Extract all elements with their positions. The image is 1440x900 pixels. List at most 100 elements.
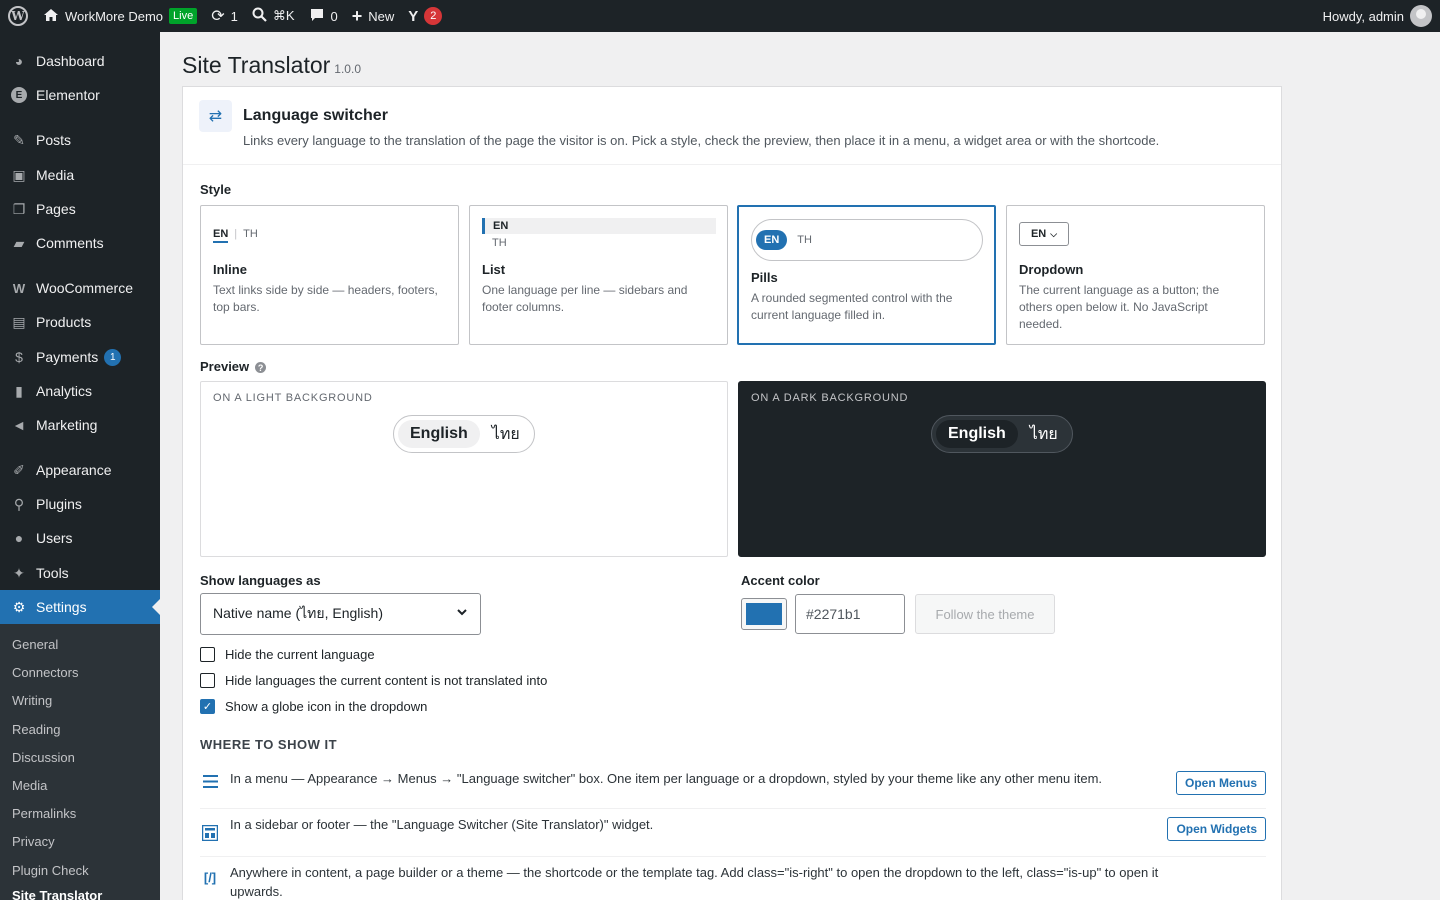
- dashboard-icon: ◕: [14, 53, 24, 69]
- sidebar-item-analytics[interactable]: ▮ Analytics: [0, 374, 160, 408]
- submenu-general[interactable]: General: [12, 637, 58, 652]
- follow-theme-button[interactable]: Follow the theme: [915, 594, 1055, 634]
- updates-count: 1: [230, 8, 238, 24]
- sidebar-item-elementor[interactable]: E Elementor: [0, 78, 160, 112]
- dropdown-sample: EN ⌵: [1019, 222, 1069, 246]
- submenu-connectors[interactable]: Connectors: [12, 665, 78, 680]
- pin-icon: ✎: [13, 131, 25, 148]
- submenu-permalinks[interactable]: Permalinks: [12, 806, 76, 821]
- payments-icon: $: [15, 349, 23, 365]
- checkbox-checked[interactable]: ✓: [200, 699, 215, 714]
- preview-dark: ON A DARK BACKGROUND English ไทย: [738, 381, 1266, 557]
- submenu-reading[interactable]: Reading: [12, 722, 60, 737]
- search-shortcut: ⌘K: [272, 8, 295, 23]
- menu-icon: [200, 771, 220, 791]
- elementor-icon: E: [9, 85, 29, 105]
- command-search[interactable]: ⌘K: [245, 0, 302, 32]
- submenu-site-translator[interactable]: Site Translator: [12, 888, 102, 900]
- sidebar-item-media[interactable]: ▣ Media: [0, 158, 160, 192]
- shortcode-icon: [/]: [203, 869, 217, 885]
- submenu-discussion[interactable]: Discussion: [12, 750, 75, 765]
- accent-hex-input[interactable]: #2271b1: [795, 594, 905, 634]
- style-description: A rounded segmented control with the cur…: [751, 291, 953, 322]
- sidebar-item-appearance[interactable]: ✐ Appearance: [0, 453, 160, 487]
- preview-caption: ON A DARK BACKGROUND: [751, 392, 909, 404]
- live-badge: Live: [169, 8, 198, 24]
- lang-current[interactable]: English: [936, 420, 1018, 448]
- open-menus-button[interactable]: Open Menus: [1175, 771, 1266, 795]
- language-switcher-preview[interactable]: English ไทย: [931, 415, 1073, 453]
- new-content-menu[interactable]: + New: [345, 0, 402, 32]
- show-as-select[interactable]: Native name (ไทย, English): [200, 593, 481, 635]
- lang-current[interactable]: English: [398, 420, 480, 448]
- style-option-list[interactable]: EN TH List One language per line — sideb…: [469, 205, 728, 345]
- submenu-plugin-check[interactable]: Plugin Check: [12, 863, 89, 878]
- admin-sidebar: ◕ Dashboard E Elementor ✎ Posts ▣ Media …: [0, 32, 160, 900]
- updates-menu[interactable]: ⟳ 1: [204, 0, 245, 32]
- option-hide-untranslated[interactable]: Hide languages the current content is no…: [200, 673, 547, 688]
- plus-icon: +: [351, 5, 363, 26]
- style-description: One language per line — sidebars and foo…: [482, 283, 688, 314]
- plugin-icon: ⚲: [13, 495, 25, 512]
- style-name: List: [482, 262, 506, 277]
- card-header: ⇄ Language switcher Links every language…: [183, 87, 1281, 165]
- plugin-version: 1.0.0: [334, 62, 361, 76]
- style-option-inline[interactable]: EN | TH Inline Text links side by side —…: [200, 205, 459, 345]
- wordpress-logo-menu[interactable]: W: [0, 0, 36, 32]
- pills-sample: EN TH: [751, 219, 983, 261]
- sidebar-item-dashboard[interactable]: ◕ Dashboard: [0, 44, 160, 78]
- sidebar-item-comments[interactable]: ▰ Comments: [0, 226, 160, 260]
- style-label: Style: [200, 182, 232, 197]
- lang-other[interactable]: ไทย: [1026, 417, 1062, 452]
- checkbox[interactable]: [200, 647, 215, 662]
- yoast-menu[interactable]: Y 2: [401, 0, 449, 32]
- style-name: Dropdown: [1019, 262, 1084, 277]
- lang-other[interactable]: ไทย: [488, 417, 524, 452]
- list-sample: EN TH: [482, 218, 716, 252]
- open-widgets-button[interactable]: Open Widgets: [1167, 817, 1266, 841]
- where-text: Anywhere in content, a page builder or a…: [230, 865, 1159, 899]
- submenu-writing[interactable]: Writing: [12, 693, 52, 708]
- comment-bubble-icon: [309, 7, 325, 26]
- style-description: The current language as a button; the ot…: [1019, 283, 1220, 331]
- pages-icon: ❐: [12, 200, 26, 217]
- bar-chart-icon: ▮: [15, 382, 23, 399]
- preview-light: ON A LIGHT BACKGROUND English ไทย: [200, 381, 728, 557]
- style-name: Pills: [751, 270, 778, 285]
- accent-color-swatch[interactable]: [741, 598, 787, 630]
- sidebar-item-tools[interactable]: ✦ Tools: [0, 556, 160, 590]
- option-hide-current[interactable]: Hide the current language: [200, 647, 375, 662]
- option-globe-icon[interactable]: ✓ Show a globe icon in the dropdown: [200, 699, 427, 714]
- show-as-label: Show languages as: [200, 573, 321, 588]
- chevron-down-icon: ⌵: [1050, 228, 1058, 239]
- sidebar-item-plugins[interactable]: ⚲ Plugins: [0, 487, 160, 521]
- sidebar-item-pages[interactable]: ❐ Pages: [0, 192, 160, 226]
- site-name: WorkMore Demo: [65, 8, 164, 24]
- where-row-widget: In a sidebar or footer — the "Language S…: [200, 809, 1266, 857]
- sidebar-item-settings[interactable]: ⚙ Settings: [0, 590, 160, 624]
- site-name-menu[interactable]: WorkMore Demo Live: [36, 0, 204, 32]
- comments-menu[interactable]: 0: [302, 0, 345, 32]
- sidebar-item-marketing[interactable]: ◄ Marketing: [0, 408, 160, 442]
- submenu-media[interactable]: Media: [12, 778, 47, 793]
- sidebar-item-payments[interactable]: $ Payments 1: [0, 340, 160, 374]
- help-icon[interactable]: ?: [255, 362, 267, 374]
- where-text: In a sidebar or footer — the "Language S…: [230, 817, 654, 832]
- checkbox[interactable]: [200, 673, 215, 688]
- howdy-text: Howdy, admin: [1322, 8, 1404, 24]
- sidebar-item-users[interactable]: ● Users: [0, 521, 160, 555]
- submenu-privacy[interactable]: Privacy: [12, 834, 55, 849]
- sidebar-item-posts[interactable]: ✎ Posts: [0, 123, 160, 157]
- my-account-menu[interactable]: Howdy, admin: [1316, 0, 1440, 32]
- page-title: Site Translator 1.0.0: [182, 52, 361, 78]
- style-option-pills[interactable]: EN TH Pills A rounded segmented control …: [737, 205, 996, 345]
- sidebar-item-products[interactable]: ▤ Products: [0, 305, 160, 339]
- avatar: [1410, 5, 1432, 27]
- style-option-dropdown[interactable]: EN ⌵ Dropdown The current language as a …: [1006, 205, 1265, 345]
- admin-bar: W WorkMore Demo Live ⟳ 1 ⌘K 0 + New Y 2 …: [0, 0, 1440, 32]
- language-switcher-preview[interactable]: English ไทย: [393, 415, 535, 453]
- archive-icon: ▤: [12, 313, 26, 330]
- home-icon: [43, 7, 59, 26]
- brush-icon: ✐: [13, 461, 25, 478]
- sidebar-item-woocommerce[interactable]: W WooCommerce: [0, 271, 160, 305]
